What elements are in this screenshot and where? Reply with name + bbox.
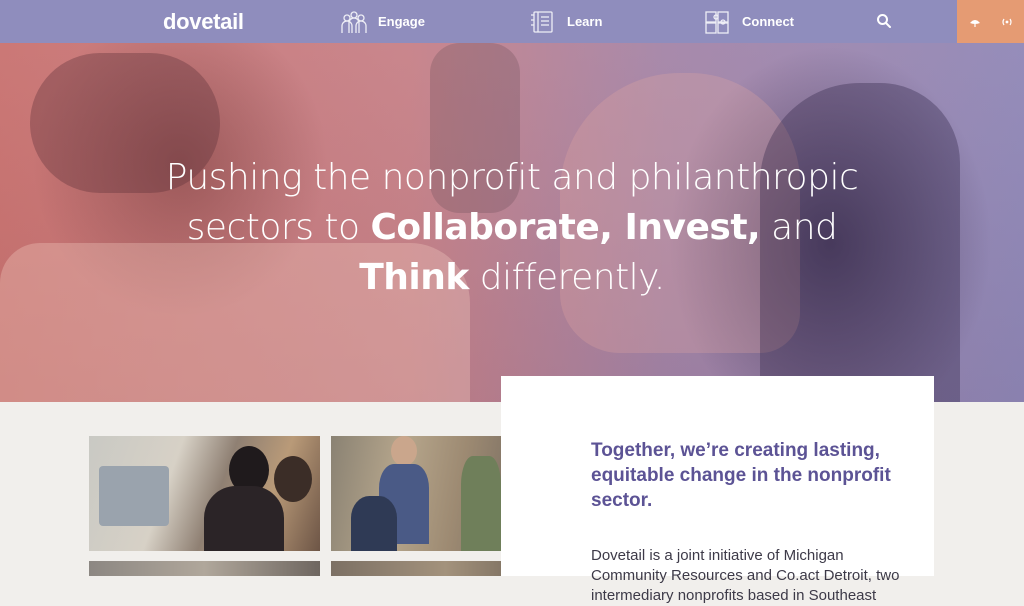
top-nav: dovetail Engage Learn Connect xyxy=(0,0,1024,43)
nav-learn-label: Learn xyxy=(567,14,603,29)
hero-think: Think xyxy=(359,257,469,298)
photo-team-at-computer xyxy=(89,436,320,551)
hero-banner: Pushing the nonprofit and philanthropic … xyxy=(0,43,1024,402)
puzzle-icon xyxy=(705,10,729,34)
search-icon[interactable] xyxy=(876,13,892,29)
nav-engage-label: Engage xyxy=(378,14,425,29)
dovetail-logo[interactable]: dovetail xyxy=(163,9,244,35)
nav-connect[interactable]: Connect xyxy=(704,0,794,43)
nav-connect-label: Connect xyxy=(742,14,794,29)
hero-line-1: Pushing the nonprofit and philanthropic xyxy=(165,157,859,198)
people-group-icon xyxy=(341,10,367,33)
hero-line-3: Think differently. xyxy=(359,257,665,298)
nav-engage[interactable]: Engage xyxy=(340,0,425,43)
intro-card: Together, we’re creating lasting, equita… xyxy=(501,376,934,604)
photo-row2-left xyxy=(89,561,320,576)
book-icon xyxy=(531,10,553,33)
signal-icon[interactable] xyxy=(1001,16,1013,28)
leaf-icon[interactable] xyxy=(969,16,981,28)
intro-body: Dovetail is a joint initiative of Michig… xyxy=(591,547,900,604)
nav-learn[interactable]: Learn xyxy=(529,0,602,43)
social-links xyxy=(957,0,1024,43)
hero-collaborate-invest: Collaborate, Invest, xyxy=(370,207,761,248)
hero-headline: Pushing the nonprofit and philanthropic … xyxy=(160,153,864,303)
hero-line-2: sectors to Collaborate, Invest, and xyxy=(186,207,838,248)
intro-heading: Together, we’re creating lasting, equita… xyxy=(591,440,891,511)
